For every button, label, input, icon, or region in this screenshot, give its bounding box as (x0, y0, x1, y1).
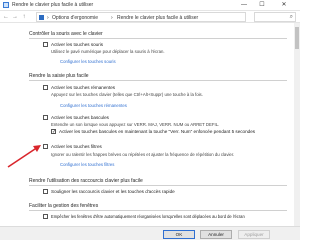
close-button[interactable]: ✕ (276, 0, 292, 10)
section-divider (29, 185, 287, 186)
toggle-keys-description: Entendre un son lorsque vous appuyez sur… (51, 122, 220, 127)
settings-content: Contrôler la souris avec le clavier Acti… (0, 23, 300, 226)
toggle-keys-checkbox[interactable] (43, 115, 48, 120)
filter-keys-settings-link[interactable]: Configurer les touches filtres (60, 162, 114, 167)
prevent-snap-checkbox[interactable] (43, 214, 48, 219)
section-title-mouse: Contrôler la souris avec le clavier (29, 31, 103, 37)
underline-shortcuts-checkbox[interactable] (43, 189, 48, 194)
search-icon: ⌕ (289, 14, 293, 20)
apply-button[interactable]: Appliquer (238, 230, 270, 239)
section-divider (29, 38, 287, 39)
window-title: Rendre le clavier plus facile à utiliser (12, 2, 94, 8)
maximize-button[interactable]: ☐ (254, 0, 270, 10)
underline-shortcuts-label: Souligner les raccourcis clavier et les … (51, 189, 175, 194)
control-panel-small-icon (39, 15, 44, 20)
section-title-typing: Rendre la saisie plus facile (29, 73, 89, 79)
ok-button[interactable]: OK (163, 230, 195, 239)
breadcrumb-keyboard[interactable]: Rendre le clavier plus facile à utiliser (117, 15, 198, 21)
sticky-keys-label: Activer les touches rémanentes (51, 85, 116, 90)
toggle-keys-shortcut-label: Activer les touches bascules en maintena… (59, 129, 256, 134)
mouse-keys-settings-link[interactable]: Configurer les touches souris (60, 59, 116, 64)
search-box[interactable]: ⌕ (254, 12, 296, 22)
control-panel-icon (3, 2, 9, 8)
address-bar: ← → ↑ › Options d'ergonomie › Rendre le … (0, 11, 300, 23)
cancel-button[interactable]: Annuler (200, 230, 232, 239)
dialog-footer: OK Annuler Appliquer (0, 226, 300, 240)
sticky-keys-settings-link[interactable]: Configurer les touches rémanentes (60, 103, 127, 108)
prevent-snap-label: Empêcher les fenêtres d'être automatique… (51, 214, 245, 219)
section-title-shortcuts: Rendre l'utilisation des raccourcis clav… (29, 178, 143, 184)
mouse-keys-checkbox[interactable] (43, 42, 48, 47)
up-arrow-icon[interactable]: ↑ (20, 13, 28, 21)
filter-keys-checkbox[interactable] (43, 144, 48, 149)
sticky-keys-description: Appuyez sur les touches clavier (telles … (51, 92, 203, 97)
filter-keys-description: Ignorer ou ralentir les frappes brèves o… (51, 152, 235, 157)
mouse-keys-label: Activer les touches souris (51, 42, 104, 47)
section-divider (29, 210, 287, 211)
minimize-button[interactable]: — (236, 0, 252, 10)
breadcrumb-separator: › (111, 14, 113, 21)
toggle-keys-label: Activer les touches bascules (51, 115, 109, 120)
breadcrumb-separator: › (47, 14, 49, 21)
filter-keys-label: Activer les touches filtres (51, 144, 102, 149)
vertical-scrollbar[interactable] (294, 23, 300, 226)
breadcrumb-ease-of-access[interactable]: Options d'ergonomie (52, 15, 98, 21)
sticky-keys-checkbox[interactable] (43, 85, 48, 90)
mouse-keys-description: Utilisez le pavé numérique pour déplacer… (51, 49, 165, 54)
forward-arrow-icon[interactable]: → (11, 13, 19, 21)
section-title-windows: Faciliter la gestion des fenêtres (29, 203, 99, 209)
back-arrow-icon[interactable]: ← (2, 13, 10, 21)
section-divider (29, 80, 287, 81)
breadcrumb[interactable]: › Options d'ergonomie › Rendre le clavie… (36, 12, 246, 22)
toggle-keys-shortcut-checkbox[interactable] (51, 129, 56, 135)
title-bar: Rendre le clavier plus facile à utiliser… (0, 0, 300, 11)
scrollbar-thumb[interactable] (295, 27, 299, 49)
